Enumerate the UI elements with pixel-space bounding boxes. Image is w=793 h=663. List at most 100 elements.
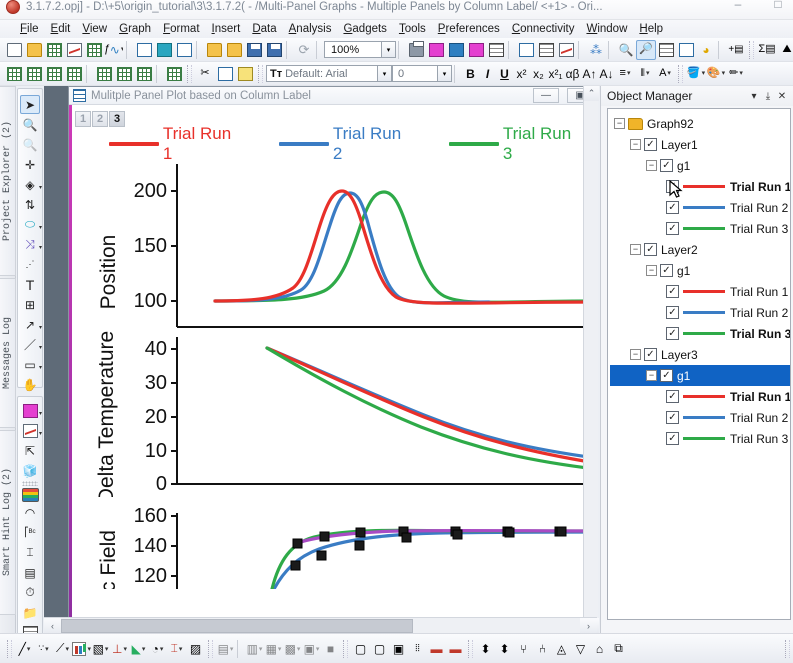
print-object-icon[interactable]: ⌂ [590,639,609,659]
arrow-line-icon[interactable]: ↗ ▾ [20,315,42,334]
palette-grip-2[interactable] [22,481,38,486]
pin-icon[interactable]: ⤓ [761,88,775,104]
tree-node-layer3-plot3[interactable]: ✓ Trial Run 3 [610,428,790,449]
cube-icon[interactable]: 🧊 [20,461,40,480]
save-icon[interactable] [244,40,264,60]
magnifier-plus-icon[interactable]: 🔍 [20,115,40,134]
shade-icon[interactable]: ◠ [20,503,40,522]
scissors-icon[interactable]: ✂ [195,64,215,84]
expander-icon[interactable]: − [630,349,641,360]
layer1-plot1-checkbox[interactable]: ✓ [666,180,679,193]
layer1-g1-checkbox[interactable]: ✓ [660,159,673,172]
bring-front-icon[interactable]: ⬍ [476,639,495,659]
notes-icon[interactable] [154,40,174,60]
surface-icon[interactable]: ▥ ▾ [245,639,264,659]
tree-node-layer3-g1[interactable]: − ✓ g1 [610,365,790,386]
workbook-icon[interactable] [44,40,64,60]
plot-details-icon[interactable]: ▾ [20,421,42,440]
group-icon[interactable]: ⑂ [514,639,533,659]
tree-node-layer1-plot3[interactable]: ✓ Trial Run 3 [610,218,790,239]
hide-mask-icon[interactable]: ▣ [389,639,408,659]
tree-node-layer3[interactable]: − ✓ Layer3 [610,344,790,365]
data-reader-icon[interactable]: 🔎 [636,39,656,60]
rescale-icon[interactable]: ⇱ [20,441,40,460]
graph-plot-area[interactable]: Trial Run 1 Trial Run 2 Trial Run 3 Posi… [69,127,596,612]
font-color-icon[interactable]: A ▾ [655,64,675,84]
layer3-plot2-checkbox[interactable]: ✓ [666,411,679,424]
expander-icon[interactable]: − [646,265,657,276]
import-multiple-icon[interactable] [466,40,486,60]
line-icon[interactable]: ／ ▾ [20,335,42,354]
close-icon[interactable]: ✕ [775,88,789,104]
super-subscript-button[interactable]: x²₁ [547,65,564,83]
tree-node-layer1-plot2[interactable]: ✓ Trial Run 2 [610,197,790,218]
color-bars-icon[interactable] [21,488,39,502]
menu-format[interactable]: Format [157,22,205,36]
layer3-g1-checkbox[interactable]: ✓ [660,369,673,382]
layer3-checkbox[interactable]: ✓ [644,348,657,361]
scroll-up-arrow[interactable]: ⌃ [584,86,599,101]
tree-node-graph92[interactable]: − Graph92 [610,113,790,134]
merge-graph-icon[interactable] [556,40,576,60]
panel-3-c-field[interactable]: c Field 160 140 120 [69,499,596,589]
scroll-right-arrow[interactable]: › [580,617,597,634]
paste-icon[interactable] [235,64,255,84]
arrow-pointer-icon[interactable]: ➤ [20,95,40,114]
smart-hint-log-tab[interactable]: Smart Hint Log (2) [0,430,16,615]
zoom-level-input[interactable]: 100% [324,41,382,58]
column-values-icon[interactable] [24,64,44,84]
copy-icon[interactable] [215,64,235,84]
new-page-icon[interactable] [4,40,24,60]
decrease-font-button[interactable]: A↓ [598,65,615,83]
column-properties-icon[interactable] [164,64,184,84]
arrange-layers-icon[interactable] [536,40,556,60]
expander-icon[interactable]: − [614,118,625,129]
menu-connectivity[interactable]: Connectivity [506,22,581,36]
error-bar-icon[interactable]: ⊥ ▾ [110,639,129,659]
mdi-vertical-scrollbar[interactable]: ⌃ ⌄ [583,86,599,633]
fill-color-icon[interactable]: 🪣 ▾ [686,64,706,84]
font-size-dropdown-arrow[interactable]: ▾ [438,65,452,82]
function-plot-icon[interactable]: ƒ∿▾ [104,40,124,60]
menu-gadgets[interactable]: Gadgets [337,22,392,36]
menu-analysis[interactable]: Analysis [283,22,338,36]
align-icon[interactable]: ≡ ▾ [615,64,635,84]
tree-node-layer3-plot1[interactable]: ✓ Trial Run 1 [610,386,790,407]
project-explorer-tab[interactable]: Project Explorer (2) [0,86,16,276]
magnifier-minus-icon[interactable]: 🔍 [20,135,40,154]
layer-mgmt-icon[interactable]: ▤ [20,563,40,582]
split-icon[interactable]: ▽ [571,639,590,659]
plot-setup-icon[interactable] [676,40,696,60]
import-wizard-icon[interactable] [486,40,506,60]
tree-node-layer1-plot1[interactable]: ✓ Trial Run 1 [610,176,790,198]
mdi-horizontal-scrollbar[interactable]: ‹ › [44,617,597,634]
unmask-points-icon[interactable]: ▢ [370,639,389,659]
heatmap-icon[interactable]: ▩ ▾ [283,639,302,659]
layer-tab-3[interactable]: 3 [109,111,125,127]
mask-oval-icon[interactable]: ⬭ ▾ [20,215,42,234]
zoom-in-icon[interactable]: 🔍 [616,40,636,60]
statistics-icon[interactable]: Σ▤ [757,40,777,60]
chevron-down-icon[interactable]: ▾ [747,88,761,104]
tree-node-layer2-g1[interactable]: − ✓ g1 [610,260,790,281]
object-manager-tree[interactable]: − Graph92 − ✓ Layer1 − ✓ g1 ✓ Trial Run … [607,108,791,620]
normality-icon[interactable]: ⛰ [777,40,793,60]
export-folder-icon[interactable]: 📁 [20,603,40,622]
text-T-icon[interactable]: T [20,275,40,294]
panel-1-position[interactable]: Position 200 150 100 [69,159,596,339]
hscroll-track[interactable] [61,617,580,634]
app-gallery-icon[interactable]: ◕ [696,40,716,60]
matrix-icon[interactable] [84,40,104,60]
contour-icon[interactable]: ▤ ▾ [216,639,235,659]
expander-icon[interactable]: − [630,139,641,150]
ungroup-icon[interactable]: ⑃ [533,639,552,659]
graph-icon[interactable] [64,40,84,60]
add-layer-icon[interactable]: +▤ [726,40,746,60]
insert-row-icon[interactable] [94,64,114,84]
tree-node-layer2-plot1[interactable]: ✓ Trial Run 1 [610,281,790,302]
menu-help[interactable]: Help [633,22,669,36]
add-column-icon[interactable] [4,64,24,84]
line-spacing-icon[interactable]: ⦀ ▾ [635,64,655,84]
excel-icon[interactable] [174,40,194,60]
stack-columns-icon[interactable] [134,64,154,84]
